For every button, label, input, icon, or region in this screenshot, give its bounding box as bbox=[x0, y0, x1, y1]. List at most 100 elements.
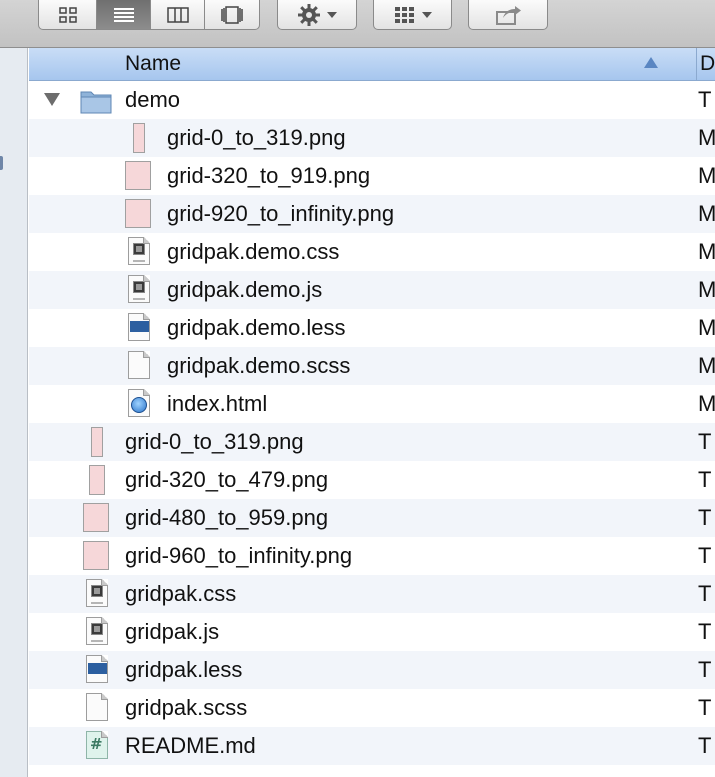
finder-toolbar bbox=[0, 0, 715, 48]
column-header-bar: Name D bbox=[29, 48, 715, 81]
list-item[interactable]: grid-0_to_319.png M bbox=[29, 119, 715, 157]
list-item[interactable]: grid-0_to_319.png T bbox=[29, 423, 715, 461]
action-menu-button[interactable] bbox=[277, 0, 357, 30]
chevron-down-icon bbox=[421, 11, 432, 18]
file-name: gridpak.demo.less bbox=[167, 315, 346, 340]
file-name: grid-320_to_919.png bbox=[167, 163, 371, 188]
date-cell: M bbox=[698, 391, 715, 416]
date-cell: T bbox=[698, 581, 712, 606]
list-item[interactable]: gridpak.demo.scss M bbox=[29, 347, 715, 385]
share-button[interactable] bbox=[468, 0, 548, 30]
date-cell: T bbox=[698, 695, 712, 720]
action-menu-inner bbox=[278, 0, 356, 29]
list-item[interactable]: gridpak.less T bbox=[29, 651, 715, 689]
css-file-icon bbox=[86, 579, 108, 607]
css-thumb bbox=[91, 585, 103, 597]
js-file-icon bbox=[86, 617, 108, 645]
scss-file-icon bbox=[86, 693, 108, 721]
folder-icon bbox=[80, 91, 112, 114]
html-file-icon bbox=[128, 389, 150, 417]
file-name: gridpak.demo.scss bbox=[167, 353, 351, 378]
arrange-menu-inner bbox=[374, 0, 451, 29]
date-cell: M bbox=[698, 315, 715, 340]
file-name: gridpak.css bbox=[125, 581, 237, 606]
doc-label-line bbox=[133, 260, 145, 262]
list-view-button[interactable] bbox=[97, 0, 151, 29]
js-thumb bbox=[91, 623, 103, 635]
list-item[interactable]: grid-920_to_infinity.png M bbox=[29, 195, 715, 233]
column-view-button[interactable] bbox=[151, 0, 205, 29]
file-name: gridpak.demo.css bbox=[167, 239, 340, 264]
list-item[interactable]: grid-320_to_919.png M bbox=[29, 157, 715, 195]
css-thumb bbox=[133, 243, 145, 255]
less-file-icon bbox=[128, 313, 150, 341]
name-column-header[interactable]: Name bbox=[125, 52, 181, 76]
doc-label-line bbox=[91, 640, 103, 642]
arrange-menu-button[interactable] bbox=[373, 0, 452, 30]
file-name: grid-0_to_319.png bbox=[167, 125, 346, 150]
date-cell: T bbox=[698, 619, 712, 644]
png-file-icon bbox=[83, 503, 109, 532]
date-cell: T bbox=[698, 733, 712, 758]
date-cell: T bbox=[698, 467, 712, 492]
list-item[interactable]: gridpak.demo.css M bbox=[29, 233, 715, 271]
png-file-icon bbox=[89, 465, 105, 495]
list-item[interactable]: gridpak.demo.less M bbox=[29, 309, 715, 347]
date-cell: T bbox=[698, 543, 712, 568]
file-name: grid-480_to_959.png bbox=[125, 505, 329, 530]
date-cell: M bbox=[698, 201, 715, 226]
file-name: demo bbox=[125, 87, 181, 112]
list-item[interactable]: grid-960_to_infinity.png T bbox=[29, 537, 715, 575]
view-mode-segmented-control bbox=[38, 0, 260, 30]
list-item[interactable]: gridpak.css T bbox=[29, 575, 715, 613]
png-file-icon bbox=[91, 427, 103, 457]
sidebar-selection-marker bbox=[0, 156, 3, 170]
disclosure-triangle-icon[interactable] bbox=[44, 93, 60, 106]
list-item[interactable]: gridpak.demo.js M bbox=[29, 271, 715, 309]
date-cell: T bbox=[698, 505, 712, 530]
markdown-file-icon: # bbox=[86, 731, 108, 759]
list-item[interactable]: index.html M bbox=[29, 385, 715, 423]
arrange-icon bbox=[394, 6, 414, 23]
file-list: demo T grid-0_to_319.png M grid-320_to_9… bbox=[29, 81, 715, 765]
list-item[interactable]: grid-320_to_479.png T bbox=[29, 461, 715, 499]
icon-view-button[interactable] bbox=[39, 0, 97, 29]
less-badge-graphic bbox=[130, 321, 149, 332]
file-name: grid-920_to_infinity.png bbox=[167, 201, 395, 226]
file-name: grid-320_to_479.png bbox=[125, 467, 329, 492]
css-file-icon bbox=[128, 237, 150, 265]
less-badge-graphic bbox=[88, 663, 107, 674]
hash-glyph-graphic: # bbox=[90, 735, 103, 753]
date-cell: M bbox=[698, 163, 715, 188]
list-item[interactable]: grid-480_to_959.png T bbox=[29, 499, 715, 537]
date-cell: T bbox=[698, 87, 712, 112]
png-file-icon bbox=[125, 199, 151, 228]
png-file-icon bbox=[125, 161, 151, 190]
list-item[interactable]: # README.md T bbox=[29, 727, 715, 765]
js-thumb bbox=[133, 281, 145, 293]
file-name: index.html bbox=[167, 391, 268, 416]
column-view-icon bbox=[166, 6, 189, 23]
list-item[interactable]: demo T bbox=[29, 81, 715, 119]
list-item[interactable]: gridpak.scss T bbox=[29, 689, 715, 727]
png-file-icon bbox=[83, 541, 109, 570]
doc-label-line bbox=[91, 602, 103, 604]
doc-label-line bbox=[133, 298, 145, 300]
date-cell: T bbox=[698, 657, 712, 682]
date-cell: M bbox=[698, 353, 715, 378]
column-divider[interactable] bbox=[696, 48, 697, 81]
share-inner bbox=[469, 0, 547, 29]
share-icon bbox=[496, 5, 521, 25]
less-file-icon bbox=[86, 655, 108, 683]
date-cell: T bbox=[698, 429, 712, 454]
second-column-header[interactable]: D bbox=[700, 52, 715, 76]
list-item[interactable]: gridpak.js T bbox=[29, 613, 715, 651]
file-name: grid-0_to_319.png bbox=[125, 429, 304, 454]
sidebar bbox=[0, 48, 28, 777]
action-gear-icon bbox=[298, 3, 320, 26]
file-name: gridpak.js bbox=[125, 619, 220, 644]
coverflow-view-button[interactable] bbox=[205, 0, 259, 29]
date-cell: M bbox=[698, 277, 715, 302]
list-view-icon bbox=[113, 7, 134, 22]
file-name: gridpak.scss bbox=[125, 695, 248, 720]
